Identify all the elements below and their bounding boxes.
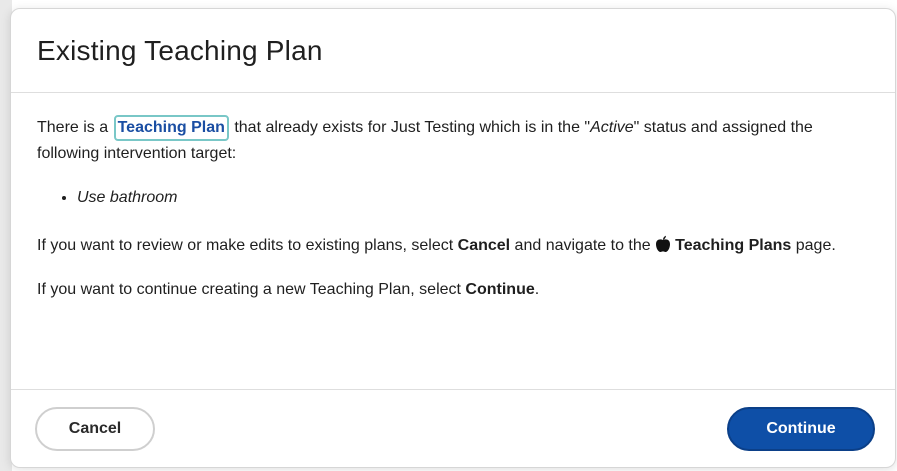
intervention-target-list: Use bathroom	[37, 185, 869, 211]
review-cancel-word: Cancel	[457, 237, 511, 254]
existing-teaching-plan-dialog: Existing Teaching Plan There is a Teachi…	[10, 8, 896, 468]
dialog-body: There is a Teaching Plan that already ex…	[11, 93, 895, 393]
intro-text-before: There is a	[37, 119, 113, 136]
intro-text-mid: that already exists for Just Testing whi…	[229, 119, 591, 136]
teaching-plan-link[interactable]: Teaching Plan	[113, 115, 229, 141]
intro-paragraph: There is a Teaching Plan that already ex…	[37, 115, 869, 167]
continue-text-after: .	[534, 281, 540, 298]
dialog-title: Existing Teaching Plan	[37, 34, 323, 66]
review-text-before: If you want to review or make edits to e…	[37, 237, 458, 254]
continue-text-before: If you want to continue creating a new T…	[37, 281, 466, 298]
list-item: Use bathroom	[77, 185, 869, 211]
status-value: Active	[590, 119, 634, 136]
review-paragraph: If you want to review or make edits to e…	[37, 233, 869, 259]
continue-word: Continue	[465, 281, 535, 298]
review-text-after: page.	[791, 237, 836, 254]
review-text-mid: and navigate to the	[510, 237, 656, 254]
teaching-plans-page-name: Teaching Plans	[675, 237, 792, 254]
cancel-button[interactable]: Cancel	[35, 406, 155, 451]
dialog-header: Existing Teaching Plan	[11, 9, 895, 93]
continue-button[interactable]: Continue	[727, 406, 875, 451]
dialog-footer: Cancel Continue	[11, 389, 895, 467]
continue-paragraph: If you want to continue creating a new T…	[37, 277, 869, 303]
apple-icon	[656, 235, 671, 252]
